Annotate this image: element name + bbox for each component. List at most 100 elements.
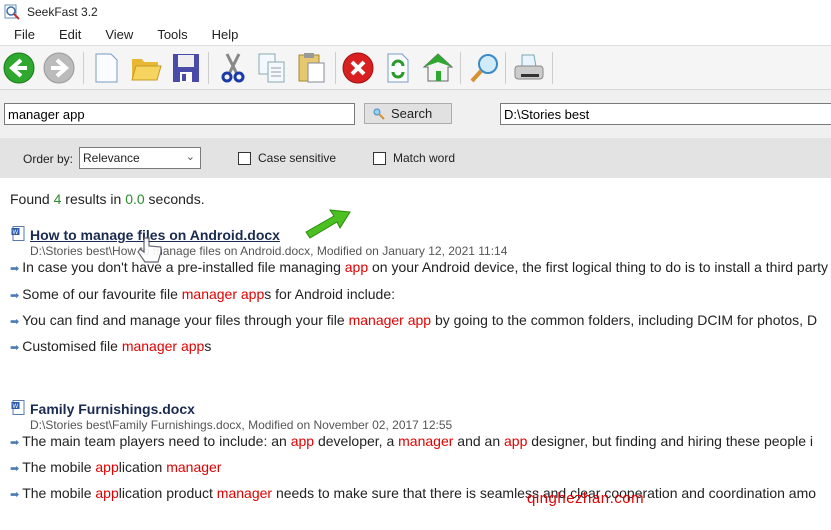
hand-cursor-icon (137, 237, 162, 263)
menu-help[interactable]: Help (198, 27, 249, 42)
options-bar: Order by: Relevance ⌄ Case sensitive Mat… (0, 138, 831, 178)
snippet-text: on your Android device, the first logica… (368, 259, 829, 275)
find-button[interactable] (468, 51, 502, 85)
forward-icon (43, 52, 75, 84)
copy-button[interactable] (255, 51, 289, 85)
checkbox-box[interactable] (373, 151, 386, 165)
cut-icon (221, 53, 245, 83)
find-icon (470, 54, 498, 83)
match-highlight: manager (398, 433, 454, 449)
app-icon (4, 4, 20, 20)
result-title-link[interactable]: Family Furnishings.docx (30, 401, 195, 417)
print-icon (514, 54, 544, 80)
arrow-right-icon: ➡ (10, 463, 20, 475)
home-icon (422, 53, 454, 82)
menu-file[interactable]: File (0, 27, 45, 42)
snippet-text: Customised file (22, 338, 122, 354)
back-icon (3, 52, 35, 84)
watermark: qinghezhan.com (527, 490, 645, 507)
forward-button[interactable] (42, 51, 76, 85)
toolbar-separator (208, 52, 209, 84)
match-highlight: app (95, 459, 119, 475)
case-sensitive-checkbox[interactable]: Case sensitive (238, 151, 336, 165)
folder-input[interactable] (500, 103, 831, 125)
print-button[interactable] (512, 51, 546, 85)
snippet-text: Some of our favourite file (22, 286, 182, 302)
match-highlight: app (95, 485, 119, 501)
svg-text:W: W (13, 230, 19, 236)
paste-icon (298, 53, 325, 83)
results-summary: Found 4 results in 0.0 seconds. (10, 191, 205, 207)
order-by-value: Relevance (83, 151, 140, 165)
search-button[interactable]: Search (364, 103, 452, 124)
toolbar-separator (460, 52, 461, 84)
menu-view[interactable]: View (91, 27, 143, 42)
stop-button[interactable] (341, 51, 375, 85)
new-button[interactable] (89, 51, 123, 85)
new-document-icon (95, 53, 118, 83)
summary-text: results in (61, 191, 126, 207)
menu-tools[interactable]: Tools (143, 27, 197, 42)
snippet-text: and an (453, 433, 505, 449)
result-snippet[interactable]: ➡ The main team players need to include: … (10, 433, 813, 449)
checkbox-box[interactable] (238, 151, 251, 165)
order-by-select[interactable]: Relevance ⌄ (79, 147, 201, 169)
snippet-text: You can find and manage your files throu… (22, 312, 349, 328)
search-bar: Search (0, 90, 831, 138)
match-highlight: manager (166, 459, 222, 475)
snippet-text: s (204, 338, 212, 354)
snippet-text: s for Android include: (264, 286, 396, 302)
snippet-text: developer, a (314, 433, 399, 449)
result-snippet[interactable]: ➡ The mobile application manager (10, 459, 221, 475)
toolbar-separator (335, 52, 336, 84)
copy-icon (258, 53, 285, 83)
result-snippet[interactable]: ➡ Customised file manager apps (10, 338, 211, 354)
match-highlight: app (290, 433, 315, 449)
open-button[interactable] (129, 51, 163, 85)
toolbar-separator (505, 52, 506, 84)
results-pane: Found 4 results in 0.0 seconds. W How to … (0, 178, 831, 530)
case-sensitive-label: Case sensitive (258, 151, 337, 165)
match-highlight: app (504, 433, 528, 449)
stop-icon (342, 52, 374, 84)
word-document-icon: W (11, 400, 25, 415)
result-snippet[interactable]: ➡ In case you don't have a pre-installed … (10, 259, 828, 275)
result-snippet[interactable]: ➡ Some of our favourite file manager apps… (10, 286, 395, 302)
snippet-text: The mobile (22, 485, 96, 501)
snippet-text: by going to the common folders, includin… (431, 312, 818, 328)
arrow-right-icon: ➡ (10, 263, 20, 275)
refresh-button[interactable] (381, 51, 415, 85)
arrow-right-icon: ➡ (10, 316, 20, 328)
match-highlight: manager (216, 485, 273, 501)
chevron-down-icon: ⌄ (185, 151, 195, 163)
pointer-arrow-icon (305, 209, 351, 239)
arrow-right-icon: ➡ (10, 437, 20, 449)
back-button[interactable] (2, 51, 36, 85)
match-highlight: app (344, 259, 369, 275)
snippet-text: The main team players need to include: a… (22, 433, 291, 449)
match-highlight: manager app (181, 286, 265, 302)
window-title: SeekFast 3.2 (27, 4, 98, 19)
toolbar (0, 46, 831, 90)
paste-button[interactable] (295, 51, 329, 85)
match-word-checkbox[interactable]: Match word (373, 151, 455, 165)
snippet-text: The mobile (22, 459, 96, 475)
cut-button[interactable] (216, 51, 250, 85)
home-button[interactable] (421, 51, 455, 85)
open-folder-icon (131, 59, 162, 81)
match-highlight: manager app (348, 312, 432, 328)
search-input[interactable] (4, 103, 355, 125)
result-path: D:\Stories best\Family Furnishings.docx,… (30, 418, 453, 432)
result-snippet[interactable]: ➡ The mobile application product manager … (10, 485, 816, 501)
arrow-right-icon: ➡ (10, 489, 20, 501)
menu-edit[interactable]: Edit (45, 27, 91, 42)
save-button[interactable] (169, 51, 203, 85)
snippet-text: designer, but finding and hiring these p… (527, 433, 814, 449)
order-by-label: Order by: (23, 152, 74, 166)
summary-text: seconds. (144, 191, 205, 207)
menu-bar: File Edit View Tools Help (0, 23, 831, 46)
toolbar-separator (83, 52, 84, 84)
snippet-text: lication (118, 459, 167, 475)
result-snippet[interactable]: ➡ You can find and manage your files thro… (10, 312, 817, 328)
summary-text: Found (10, 191, 54, 207)
